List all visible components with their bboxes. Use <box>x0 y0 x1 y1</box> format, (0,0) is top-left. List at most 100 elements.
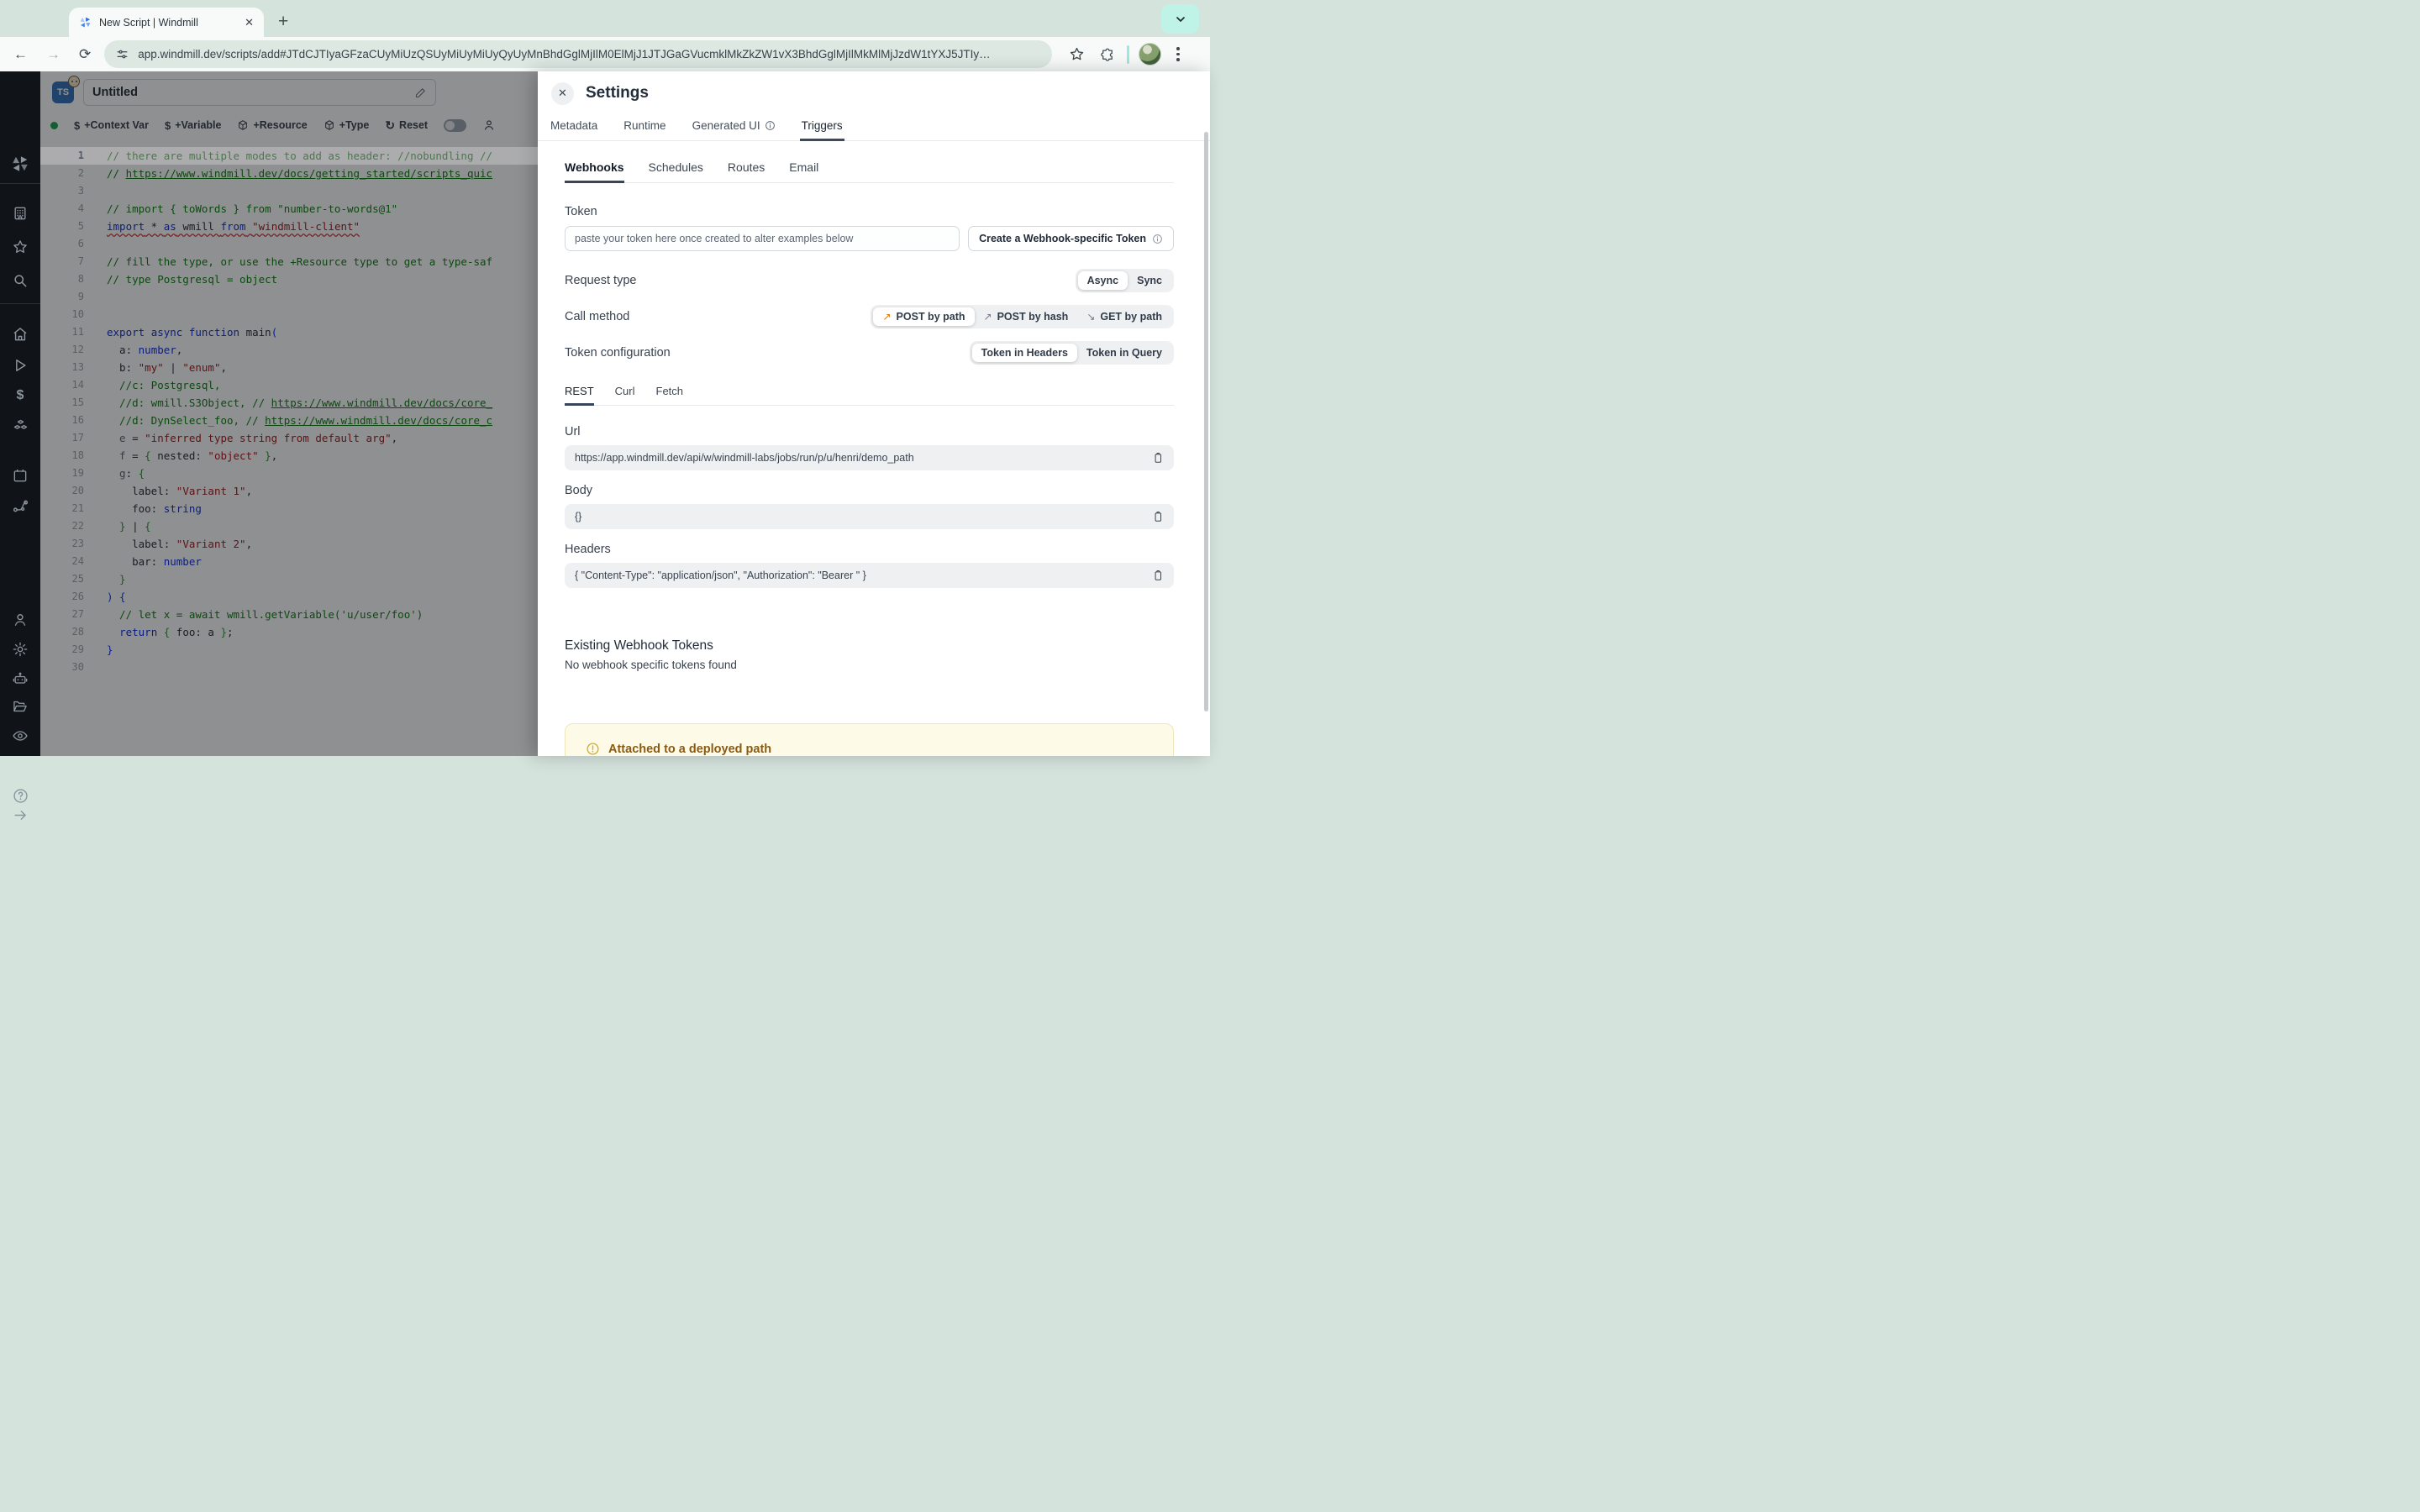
code-line[interactable]: 16 //d: DynSelect_foo, // https://www.wi… <box>40 412 538 429</box>
script-title-box[interactable]: Untitled <box>83 79 436 106</box>
audit-eye-icon[interactable] <box>0 727 40 744</box>
code-line[interactable]: 20 label: "Variant 1", <box>40 482 538 500</box>
home-icon[interactable] <box>0 326 40 343</box>
code-line[interactable]: 7 // fill the type, or use the +Resource … <box>40 253 538 270</box>
profile-avatar[interactable] <box>1139 43 1162 66</box>
bookmark-star-icon[interactable] <box>1069 46 1085 62</box>
tab-runtime[interactable]: Runtime <box>622 115 667 141</box>
sync-option[interactable]: Sync <box>1128 271 1171 290</box>
code-line[interactable]: 10 <box>40 306 538 323</box>
code-line[interactable]: 9 <box>40 288 538 306</box>
script-title[interactable]: Untitled <box>92 86 138 99</box>
tab-fetch[interactable]: Fetch <box>656 385 684 406</box>
post-by-path-option[interactable]: ↗ POST by path <box>873 307 975 326</box>
favorites-star-icon[interactable] <box>0 239 40 255</box>
body-value-field[interactable]: {} <box>565 504 1174 529</box>
tab-curl[interactable]: Curl <box>615 385 635 406</box>
add-variable-button[interactable]: $ +Variable <box>165 119 221 132</box>
code-line[interactable]: 13 b: "my" | "enum", <box>40 359 538 376</box>
schedules-calendar-icon[interactable] <box>0 467 40 484</box>
code-line[interactable]: 29} <box>40 641 538 659</box>
users-icon[interactable] <box>0 612 40 628</box>
folders-icon[interactable] <box>0 698 40 715</box>
copy-clipboard-icon[interactable] <box>1152 570 1164 581</box>
code-editor[interactable]: 1 // there are multiple modes to add as h… <box>40 137 538 676</box>
tab-triggers[interactable]: Triggers <box>799 115 844 141</box>
code-line[interactable]: 6 <box>40 235 538 253</box>
tab-close-icon[interactable]: ✕ <box>243 16 255 29</box>
tab-routes[interactable]: Routes <box>728 160 765 183</box>
get-by-path-option[interactable]: ↘ GET by path <box>1077 307 1171 326</box>
url-value-field[interactable]: https://app.windmill.dev/api/w/windmill-… <box>565 445 1174 470</box>
code-line[interactable]: 17 e = "inferred type string from defaul… <box>40 429 538 447</box>
window-chevron-button[interactable] <box>1161 4 1199 34</box>
code-line[interactable]: 14 //c: Postgresql, <box>40 376 538 394</box>
edit-pencil-icon[interactable] <box>414 87 427 99</box>
settings-gear-icon[interactable] <box>0 641 40 658</box>
code-line[interactable]: 3 <box>40 182 538 200</box>
create-webhook-token-button[interactable]: Create a Webhook-specific Token <box>968 226 1174 251</box>
code-line[interactable]: 22 } | { <box>40 517 538 535</box>
forward-icon[interactable]: → <box>46 47 60 61</box>
search-icon[interactable] <box>0 272 40 289</box>
code-line[interactable]: 25 } <box>40 570 538 588</box>
code-line[interactable]: 2 // https://www.windmill.dev/docs/gettin… <box>40 165 538 182</box>
code-line[interactable]: 12 a: number, <box>40 341 538 359</box>
copy-clipboard-icon[interactable] <box>1152 511 1164 522</box>
code-line[interactable]: 18 f = { nested: "object" }, <box>40 447 538 465</box>
person-icon[interactable] <box>482 118 496 132</box>
tab-schedules[interactable]: Schedules <box>649 160 703 183</box>
code-line[interactable]: 1 // there are multiple modes to add as h… <box>40 147 538 165</box>
reload-icon[interactable]: ⟳ <box>79 47 91 61</box>
code-line[interactable]: 11 export async function main( <box>40 323 538 341</box>
tab-webhooks[interactable]: Webhooks <box>565 160 624 183</box>
windmill-logo-icon[interactable] <box>0 155 40 173</box>
reset-button[interactable]: ↻ Reset <box>385 118 428 133</box>
code-line[interactable]: 28 return { foo: a }; <box>40 623 538 641</box>
tab-rest[interactable]: REST <box>565 385 594 406</box>
ai-robot-icon[interactable] <box>0 670 40 687</box>
code-line[interactable]: 5 import * as wmill from "windmill-client… <box>40 218 538 235</box>
new-tab-button[interactable]: + <box>278 8 288 35</box>
close-icon[interactable]: ✕ <box>551 81 574 105</box>
variables-icon[interactable]: $ <box>0 388 40 403</box>
token-input[interactable] <box>565 226 960 251</box>
code-line[interactable]: 4 // import { toWords } from "number-to-w… <box>40 200 538 218</box>
routes-icon[interactable] <box>0 497 40 515</box>
code-line[interactable]: 27 // let x = await wmill.getVariable('u… <box>40 606 538 623</box>
back-icon[interactable]: ← <box>13 47 28 61</box>
token-in-headers-option[interactable]: Token in Headers <box>971 344 1077 362</box>
async-option[interactable]: Async <box>1077 271 1128 290</box>
headers-value-field[interactable]: { "Content-Type": "application/json", "A… <box>565 563 1174 588</box>
tune-icon[interactable] <box>116 48 129 60</box>
code-line[interactable]: 21 foo: string <box>40 500 538 517</box>
browser-tab[interactable]: New Script | Windmill ✕ <box>69 8 264 37</box>
diff-toggle[interactable] <box>444 118 467 132</box>
url-text[interactable]: app.windmill.dev/scripts/add#JTdCJTIyaGF… <box>138 48 990 60</box>
code-line[interactable]: 30 <box>40 659 538 676</box>
tab-metadata[interactable]: Metadata <box>549 115 599 141</box>
code-line[interactable]: 19 g: { <box>40 465 538 482</box>
help-icon[interactable] <box>0 787 40 805</box>
drawer-scrollbar[interactable] <box>1204 132 1208 711</box>
code-line[interactable]: 23 label: "Variant 2", <box>40 535 538 553</box>
token-in-query-option[interactable]: Token in Query <box>1077 344 1171 362</box>
tab-generated-ui[interactable]: Generated UI <box>691 115 777 141</box>
address-bar[interactable]: app.windmill.dev/scripts/add#JTdCJTIyaGF… <box>104 40 1053 68</box>
runs-icon[interactable] <box>0 357 40 374</box>
browser-menu-icon[interactable] <box>1173 44 1183 65</box>
add-type-button[interactable]: +Type <box>324 119 369 131</box>
copy-clipboard-icon[interactable] <box>1152 452 1164 464</box>
code-line[interactable]: 15 //d: wmill.S3Object, // https://www.w… <box>40 394 538 412</box>
tab-email[interactable]: Email <box>789 160 818 183</box>
workspace-icon[interactable] <box>0 205 40 222</box>
code-line[interactable]: 8 // type Postgresql = object <box>40 270 538 288</box>
post-by-hash-option[interactable]: ↗ POST by hash <box>975 307 1078 326</box>
add-context-var-button[interactable]: $ +Context Var <box>74 119 149 132</box>
add-resource-button[interactable]: +Resource <box>237 119 308 131</box>
code-line[interactable]: 26) { <box>40 588 538 606</box>
extensions-icon[interactable] <box>1100 47 1115 62</box>
resources-icon[interactable] <box>0 417 40 435</box>
code-line[interactable]: 24 bar: number <box>40 553 538 570</box>
expand-sidebar-arrow-icon[interactable] <box>0 807 40 823</box>
